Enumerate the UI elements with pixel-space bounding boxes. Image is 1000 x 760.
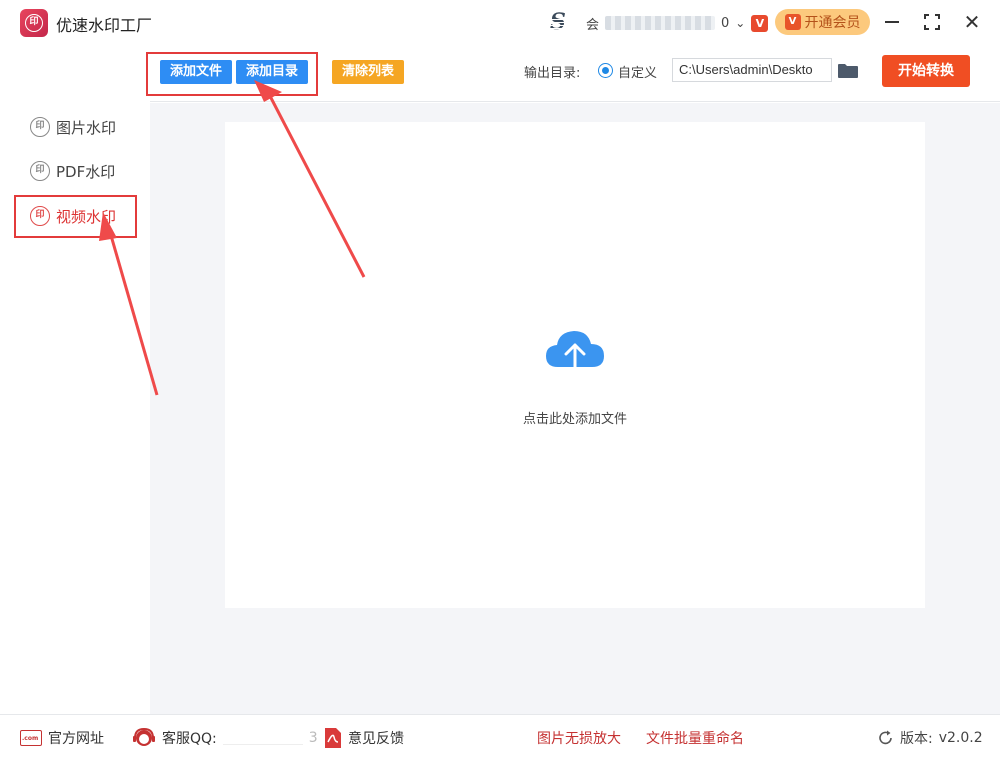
open-vip-label: 开通会员 (804, 15, 861, 31)
support-qq-label: 客服QQ: (162, 731, 217, 747)
toolbar: 添加文件 添加目录 清除列表 输出目录: 自定义 C:\Users\admin\… (146, 46, 1000, 102)
custom-output-label[interactable]: 自定义 (618, 62, 657, 81)
app-logo-icon: 印 (20, 9, 48, 37)
sidebar-item-label: PDF水印 (56, 162, 116, 181)
vip-icon: V (784, 14, 801, 30)
start-convert-button[interactable]: 开始转换 (882, 55, 970, 87)
vip-badge-icon: V (751, 14, 769, 32)
cloud-upload-icon (546, 331, 604, 379)
sidebar-item-pdf-watermark[interactable]: 印 PDF水印 (30, 159, 115, 183)
version-label: 版本: (900, 731, 933, 747)
minimize-button[interactable] (879, 9, 905, 35)
support-avatar-icon (133, 727, 155, 746)
refresh-icon (879, 730, 892, 745)
minimize-icon (885, 21, 899, 23)
title-bar: 印 优速水印工厂 S 会 0 ⌄ V V 开通会员 ✕ (0, 0, 1000, 46)
watermark-icon: 印 (30, 161, 50, 181)
file-drop-zone[interactable]: 点击此处添加文件 (225, 122, 925, 608)
version-info[interactable]: 版本: v2.0.2 (878, 729, 983, 747)
qq-number-tail: 3 (308, 730, 318, 746)
folder-icon[interactable] (838, 64, 858, 78)
maximize-icon (924, 14, 940, 30)
sidebar: 印 图片水印 印 PDF水印 印 视频水印 (0, 46, 150, 714)
drop-zone-hint: 点击此处添加文件 (522, 412, 627, 427)
image-upscale-link[interactable]: 图片无损放大 (537, 729, 621, 747)
annotation-highlight-box (14, 195, 137, 238)
clear-list-button[interactable]: 清除列表 (332, 60, 404, 84)
custom-output-radio[interactable] (598, 63, 613, 78)
feedback-label: 意见反馈 (348, 731, 404, 747)
user-menu[interactable]: S 会 0 ⌄ V (548, 9, 769, 36)
feedback-link[interactable]: 意见反馈 (324, 728, 404, 748)
website-icon: .com (20, 730, 42, 746)
output-dir-label: 输出目录: (524, 66, 581, 81)
user-name: 会 (586, 17, 600, 33)
output-path-field[interactable]: C:\Users\admin\Deskto (672, 58, 832, 82)
bottom-bar: .com 官方网址 客服QQ: 3 意见反馈 图片无损放大 文件批量重命名 版本… (0, 714, 1000, 760)
close-icon: ✕ (963, 10, 981, 34)
version-number: v2.0.2 (938, 730, 983, 746)
main-area: 点击此处添加文件 (150, 103, 1000, 714)
chevron-down-icon[interactable]: ⌄ (735, 16, 745, 30)
maximize-button[interactable] (919, 9, 945, 35)
open-vip-button[interactable]: V 开通会员 (775, 9, 870, 35)
sidebar-item-image-watermark[interactable]: 印 图片水印 (30, 115, 116, 139)
add-directory-button[interactable]: 添加目录 (236, 60, 308, 84)
qq-number-redacted (222, 731, 303, 745)
sidebar-item-label: 图片水印 (56, 118, 117, 137)
batch-rename-link[interactable]: 文件批量重命名 (646, 729, 744, 747)
close-button[interactable]: ✕ (959, 9, 985, 35)
pdf-feedback-icon (325, 728, 341, 748)
user-avatar-icon: S (548, 9, 580, 35)
add-file-button[interactable]: 添加文件 (160, 60, 232, 84)
app-title: 优速水印工厂 (56, 16, 153, 35)
support-qq-link[interactable]: 客服QQ: 3 (132, 727, 318, 747)
official-website-label: 官方网址 (48, 731, 104, 747)
official-website-link[interactable]: .com 官方网址 (20, 729, 104, 747)
user-name-redacted (605, 16, 716, 30)
user-name-suffix: 0 (721, 15, 730, 31)
watermark-icon: 印 (30, 117, 50, 137)
